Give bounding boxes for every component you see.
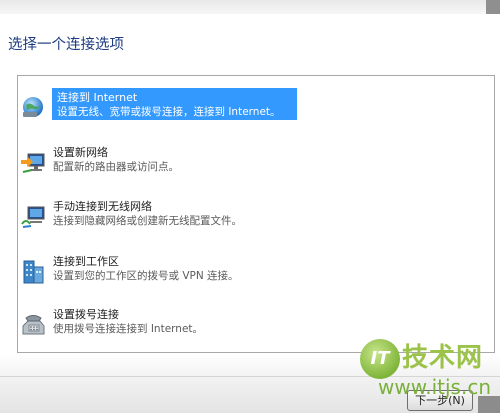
watermark-url: www.itjs.cn <box>378 375 491 399</box>
network-setup-icon <box>20 150 46 176</box>
option-description: 使用拨号连接连接到 Internet。 <box>53 323 204 335</box>
option-label: 设置新网络 <box>53 146 108 159</box>
watermark: IT 技术网 www.itjs.cn <box>360 335 500 405</box>
connection-options-list[interactable]: 连接到 Internet 设置无线、宽带或拨号连接，连接到 Internet。 … <box>17 75 495 353</box>
option-description: 设置无线、宽带或拨号连接，连接到 Internet。 <box>57 106 281 118</box>
option-label: 连接到工作区 <box>53 255 119 268</box>
page-title: 选择一个连接选项 <box>8 37 124 53</box>
title-bar <box>0 0 500 14</box>
option-description: 设置到您的工作区的拨号或 VPN 连接。 <box>53 270 239 282</box>
globe-icon <box>20 94 46 120</box>
watermark-logo: IT <box>360 339 400 379</box>
option-connect-workplace[interactable]: 连接到工作区 设置到您的工作区的拨号或 VPN 连接。 <box>18 253 494 293</box>
option-description: 连接到隐藏网络或创建新无线配置文件。 <box>53 215 242 227</box>
workplace-icon <box>20 259 46 285</box>
window-corner <box>486 0 500 14</box>
option-label: 连接到 Internet <box>57 91 138 104</box>
option-setup-new-network[interactable]: 设置新网络 配置新的路由器或访问点。 <box>18 144 494 184</box>
option-label: 手动连接到无线网络 <box>53 200 152 213</box>
watermark-brand: 技术网 <box>402 343 484 373</box>
wireless-network-icon <box>20 204 46 230</box>
option-label: 设置拨号连接 <box>53 308 119 321</box>
option-description: 配置新的路由器或访问点。 <box>53 161 179 173</box>
option-connect-internet[interactable]: 连接到 Internet 设置无线、宽带或拨号连接，连接到 Internet。 <box>18 88 494 128</box>
dialup-phone-icon <box>20 312 46 338</box>
option-manual-wireless[interactable]: 手动连接到无线网络 连接到隐藏网络或创建新无线配置文件。 <box>18 198 494 238</box>
